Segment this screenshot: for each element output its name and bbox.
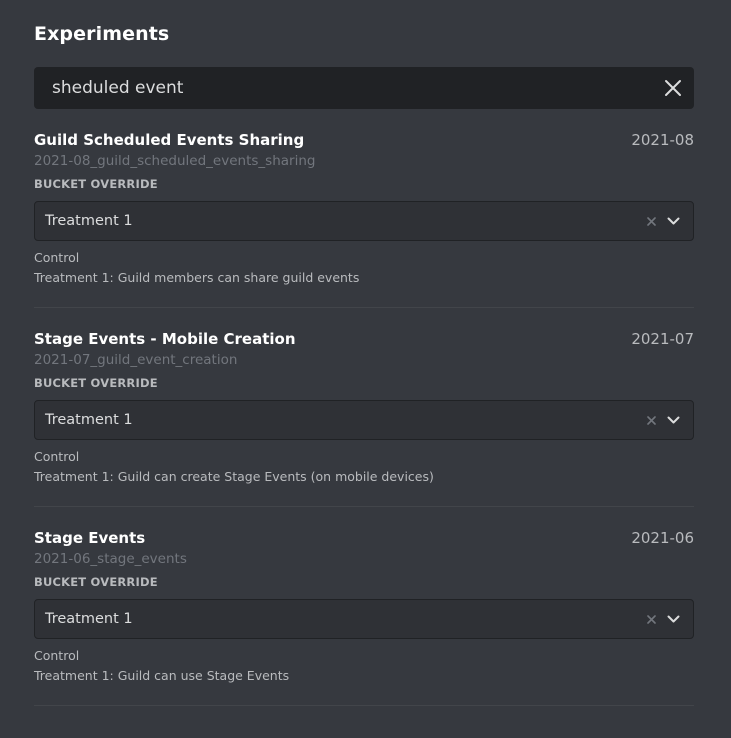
experiment-item: Stage Events 2021-06 2021-06_stage_event… — [34, 529, 694, 706]
experiment-item: Stage Events - Mobile Creation 2021-07 2… — [34, 330, 694, 507]
experiment-date: 2021-08 — [631, 131, 694, 149]
experiment-id: 2021-06_stage_events — [34, 551, 187, 567]
select-value: Treatment 1 — [45, 412, 133, 428]
page-title: Experiments — [34, 23, 170, 45]
experiment-id: 2021-08_guild_scheduled_events_sharing — [34, 153, 316, 169]
select-clear-button[interactable] — [643, 213, 659, 229]
clear-x-icon — [646, 216, 656, 226]
experiment-date: 2021-06 — [631, 529, 694, 547]
experiment-item: Guild Scheduled Events Sharing 2021-08 2… — [34, 131, 694, 308]
experiment-date: 2021-07 — [631, 330, 694, 348]
variant-description: Control — [34, 648, 80, 663]
experiment-id: 2021-07_guild_event_creation — [34, 352, 238, 368]
variant-description: Treatment 1: Guild can use Stage Events — [34, 668, 290, 683]
search-input[interactable] — [34, 67, 652, 109]
select-chevron[interactable] — [663, 410, 683, 430]
select-clear-button[interactable] — [643, 611, 659, 627]
variant-description: Treatment 1: Guild can create Stage Even… — [34, 469, 434, 484]
variant-description: Control — [34, 449, 80, 464]
bucket-override-select[interactable]: Treatment 1 — [34, 599, 694, 639]
select-chevron[interactable] — [663, 609, 683, 629]
bucket-override-label: BUCKET OVERRIDE — [34, 575, 158, 589]
experiment-name: Guild Scheduled Events Sharing — [34, 131, 305, 149]
bucket-override-label: BUCKET OVERRIDE — [34, 376, 158, 390]
clear-x-icon — [646, 415, 656, 425]
clear-x-icon — [646, 614, 656, 624]
search-box — [34, 67, 694, 109]
chevron-down-icon — [667, 615, 679, 623]
bucket-override-label: BUCKET OVERRIDE — [34, 177, 158, 191]
chevron-down-icon — [667, 217, 679, 225]
chevron-down-icon — [667, 416, 679, 424]
select-value: Treatment 1 — [45, 213, 133, 229]
bucket-override-select[interactable]: Treatment 1 — [34, 201, 694, 241]
experiment-name: Stage Events - Mobile Creation — [34, 330, 296, 348]
variant-description: Control — [34, 250, 80, 265]
select-value: Treatment 1 — [45, 611, 133, 627]
close-icon — [665, 80, 681, 96]
experiments-panel: Experiments Guild Scheduled Events Shari… — [0, 0, 731, 738]
select-clear-button[interactable] — [643, 412, 659, 428]
experiment-name: Stage Events — [34, 529, 146, 547]
select-chevron[interactable] — [663, 211, 683, 231]
variant-description: Treatment 1: Guild members can share gui… — [34, 270, 360, 285]
clear-search-button[interactable] — [652, 67, 694, 109]
bucket-override-select[interactable]: Treatment 1 — [34, 400, 694, 440]
